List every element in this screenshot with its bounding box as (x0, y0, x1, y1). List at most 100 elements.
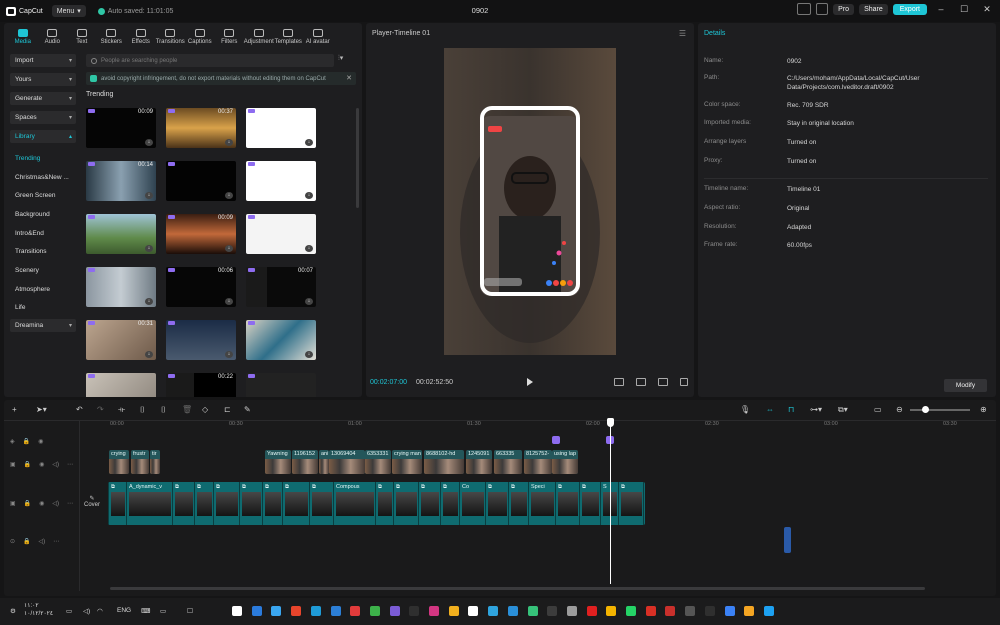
sidebar-item-intro-end[interactable]: Intro&End (10, 224, 76, 243)
linkage-icon[interactable]: ⊶▾ (810, 405, 822, 414)
main-clip[interactable]: ⧉ (485, 482, 508, 525)
app-icon[interactable] (665, 606, 676, 616)
more-icon[interactable]: ⋯ (53, 538, 59, 545)
search-icon[interactable] (251, 606, 262, 616)
microphone-icon[interactable]: 🎙 (740, 405, 750, 414)
app-icon[interactable] (527, 606, 538, 616)
tab-media[interactable]: Media (8, 23, 38, 47)
media-thumbnail[interactable]: ↓ (166, 161, 236, 201)
export-button[interactable]: Export (892, 3, 927, 15)
overlay-clip[interactable]: 1196152 (292, 450, 318, 474)
keyboard-icon[interactable]: ⌨ (141, 607, 150, 615)
app-icon[interactable] (763, 606, 774, 616)
main-clip[interactable]: A_dynamic_v (126, 482, 172, 525)
overlay-clip[interactable]: ani (319, 450, 329, 474)
clock[interactable]: ١١:٠٢ ١٠/١٢/٢٠٢٤ (24, 602, 53, 618)
fullscreen-icon[interactable] (680, 378, 688, 386)
telegram-icon[interactable] (488, 606, 499, 616)
menu-button[interactable]: Menu ▾ (51, 5, 86, 17)
download-icon[interactable]: ↓ (305, 139, 313, 146)
whatsapp-icon[interactable] (369, 606, 380, 616)
sidebar-item-atmosphere[interactable]: Atmosphere (10, 280, 76, 299)
main-clip[interactable]: ⧉ (172, 482, 194, 525)
fit-timeline-icon[interactable]: ▭ (874, 405, 882, 414)
download-icon[interactable]: ↓ (305, 192, 313, 199)
app-icon[interactable] (507, 606, 518, 616)
lock-icon[interactable]: 🔒 (24, 500, 31, 507)
audio-icon[interactable]: ◁) (39, 538, 46, 545)
lock-icon[interactable]: 🔒 (23, 438, 30, 445)
main-clip[interactable]: ⧉ (309, 482, 333, 525)
chrome-icon[interactable] (310, 606, 321, 616)
main-clip[interactable]: ⧉ (579, 482, 600, 525)
close-icon[interactable]: ✕ (978, 4, 996, 15)
tab-filters[interactable]: Filters (215, 23, 245, 47)
sidebar-item-import[interactable]: Import ▾ (10, 54, 76, 67)
undo-icon[interactable]: ↶ (76, 405, 83, 414)
main-clip[interactable]: ⧉ (194, 482, 213, 525)
shield-icon[interactable]: ◇ (202, 405, 208, 414)
fit-icon[interactable] (636, 378, 646, 386)
sidebar-item-spaces[interactable]: Spaces ▾ (10, 111, 76, 124)
scrollbar[interactable] (356, 108, 359, 208)
zoom-out-icon[interactable]: ⊖ (896, 405, 903, 414)
main-clip[interactable]: ⧉ (108, 482, 126, 525)
download-icon[interactable]: ↓ (305, 351, 313, 358)
zoom-slider[interactable] (910, 409, 970, 411)
more-icon[interactable]: ⋯ (67, 500, 73, 507)
main-clip[interactable]: ⧉ (618, 482, 643, 525)
select-icon[interactable]: ➤▾ (36, 405, 47, 414)
eye-icon[interactable]: ◉ (38, 438, 43, 445)
sidebar-item-green-screen[interactable]: Green Screen (10, 186, 76, 205)
main-clip[interactable]: ⧉ (213, 482, 239, 525)
download-icon[interactable]: ↓ (305, 298, 313, 305)
app-icon[interactable] (685, 606, 696, 616)
media-thumbnail[interactable]: ↓ (246, 373, 316, 397)
sidebar-item-life[interactable]: Life (10, 299, 76, 318)
wifi-icon[interactable]: ◠ (97, 607, 103, 615)
app-icon[interactable] (744, 606, 755, 616)
main-clip[interactable]: Co (459, 482, 485, 525)
lock-icon[interactable]: 🔒 (23, 538, 30, 545)
audio-icon[interactable]: ◁) (52, 500, 59, 507)
sidebar-item-yours[interactable]: Yours ▾ (10, 73, 76, 86)
main-clip[interactable]: ⧉ (555, 482, 579, 525)
main-clip[interactable]: ⧉ (393, 482, 418, 525)
tab-audio[interactable]: Audio (38, 23, 68, 47)
app-icon[interactable] (409, 606, 420, 616)
teams-icon[interactable] (389, 606, 400, 616)
sidebar-item-trending[interactable]: Trending (10, 149, 76, 168)
zoom-in-icon[interactable]: ⊕ (980, 405, 987, 414)
app-icon[interactable] (724, 606, 735, 616)
overlay-clip[interactable]: Yawning (265, 450, 291, 474)
maximize-icon[interactable]: ☐ (955, 4, 973, 15)
layout-icon[interactable] (797, 3, 812, 15)
overlay-clip[interactable]: 13069404 (329, 450, 365, 474)
download-icon[interactable]: ↓ (145, 139, 153, 146)
overlay-clip[interactable]: 8688102-hd (424, 450, 464, 474)
effect-marker[interactable] (552, 436, 560, 444)
play-icon[interactable] (527, 378, 533, 386)
freeze-icon[interactable]: ⊏ (224, 405, 231, 414)
lock-icon[interactable]: 🔒 (24, 461, 31, 468)
split-right-icon[interactable]: ⌷ (161, 405, 166, 415)
main-clip[interactable]: S (600, 482, 618, 525)
overlay-clip[interactable]: 1245091 (466, 450, 492, 474)
edge-icon[interactable] (271, 606, 282, 616)
app-icon[interactable] (566, 606, 577, 616)
media-thumbnail[interactable]: ↓ (86, 373, 156, 397)
add-icon[interactable]: + (12, 405, 17, 414)
share-button[interactable]: Share (859, 3, 888, 15)
download-icon[interactable]: ↓ (225, 351, 233, 358)
media-thumbnail[interactable]: ↓ (246, 108, 316, 148)
office-icon[interactable] (291, 606, 302, 616)
battery-icon[interactable]: ▭ (66, 607, 72, 615)
modify-button[interactable]: Modify (944, 379, 987, 392)
overlay-clip[interactable]: 663335 (494, 450, 522, 474)
download-icon[interactable]: ↓ (145, 298, 153, 305)
main-clip[interactable]: Compous (333, 482, 375, 525)
redo-icon[interactable]: ↷ (97, 405, 104, 414)
main-clip[interactable]: ⧉ (239, 482, 262, 525)
tab-effects[interactable]: Effects (126, 23, 156, 47)
search-input[interactable]: People are searching people (86, 54, 334, 67)
